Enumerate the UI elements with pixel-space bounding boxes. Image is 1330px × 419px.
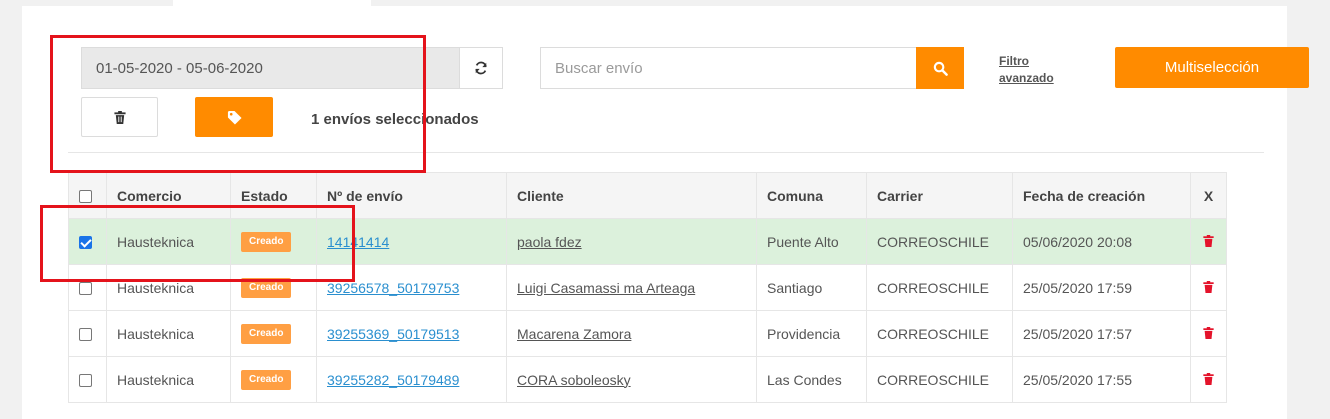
advanced-filter-line2: avanzado [999,71,1054,85]
client-link[interactable]: Luigi Casamassi ma Arteaga [517,280,695,296]
delete-button[interactable] [1203,326,1214,339]
delete-button[interactable] [1203,234,1214,247]
search-icon [933,61,948,76]
client-link[interactable]: CORA soboleosky [517,372,631,388]
multiselect-label: Multiselección [1164,59,1260,76]
cell-carrier: CORREOSCHILE [866,310,1013,357]
row-checkbox-cell [68,310,107,357]
search-input[interactable] [540,47,917,89]
search-button[interactable] [916,47,964,89]
cell-cliente: Macarena Zamora [506,310,757,357]
cell-comuna: Las Condes [756,356,867,403]
row-checkbox[interactable] [79,328,92,342]
cell-fecha: 25/05/2020 17:57 [1012,310,1191,357]
cell-delete [1190,356,1227,403]
status-badge: Creado [241,324,292,344]
cell-fecha: 25/05/2020 17:55 [1012,356,1191,403]
shipment-number-link[interactable]: 39255282_50179489 [327,372,459,388]
cell-estado: Creado [230,356,317,403]
delete-icon [1203,280,1214,293]
cell-carrier: CORREOSCHILE [866,356,1013,403]
col-header-x: X [1190,172,1227,219]
cell-delete [1190,264,1227,311]
cell-cliente: paola fdez [506,218,757,265]
shipment-number-link[interactable]: 39255369_50179513 [327,326,459,342]
cell-fecha: 25/05/2020 17:59 [1012,264,1191,311]
advanced-filter-link[interactable]: Filtro avanzado [999,53,1079,87]
client-link[interactable]: paola fdez [517,234,582,250]
refresh-icon [475,61,487,75]
row-checkbox-cell [68,356,107,403]
col-header-cliente[interactable]: Cliente [506,172,757,219]
delete-icon [1203,326,1214,339]
table-row[interactable]: Hausteknica Creado 39255282_50179489 COR… [68,356,1227,403]
col-header-comuna[interactable]: Comuna [756,172,867,219]
cell-carrier: CORREOSCHILE [866,264,1013,311]
cell-envio: 39255369_50179513 [316,310,507,357]
table-row[interactable]: Hausteknica Creado 39255369_50179513 Mac… [68,310,1227,357]
cell-fecha: 05/06/2020 20:08 [1012,218,1191,265]
cell-delete [1190,218,1227,265]
col-header-fecha[interactable]: Fecha de creación [1012,172,1191,219]
cell-comuna: Providencia [756,310,867,357]
col-header-carrier[interactable]: Carrier [866,172,1013,219]
cell-cliente: CORA soboleosky [506,356,757,403]
cell-cliente: Luigi Casamassi ma Arteaga [506,264,757,311]
advanced-filter-line1: Filtro [999,54,1029,68]
cell-comuna: Santiago [756,264,867,311]
cell-estado: Creado [230,310,317,357]
row-checkbox[interactable] [79,282,92,296]
delete-icon [1203,372,1214,385]
refresh-button[interactable] [459,47,503,89]
cell-delete [1190,310,1227,357]
cell-comercio: Hausteknica [106,310,231,357]
cell-envio: 39255282_50179489 [316,356,507,403]
cell-carrier: CORREOSCHILE [866,218,1013,265]
delete-button[interactable] [1203,280,1214,293]
annotation-highlight-toolbar [50,35,426,173]
cell-comuna: Puente Alto [756,218,867,265]
delete-icon [1203,234,1214,247]
annotation-highlight-row [40,205,355,282]
delete-button[interactable] [1203,372,1214,385]
cell-comercio: Hausteknica [106,356,231,403]
row-checkbox[interactable] [79,374,92,388]
select-all-checkbox[interactable] [79,190,92,204]
status-badge: Creado [241,370,292,390]
multiselect-button[interactable]: Multiselección [1115,47,1309,88]
client-link[interactable]: Macarena Zamora [517,326,631,342]
